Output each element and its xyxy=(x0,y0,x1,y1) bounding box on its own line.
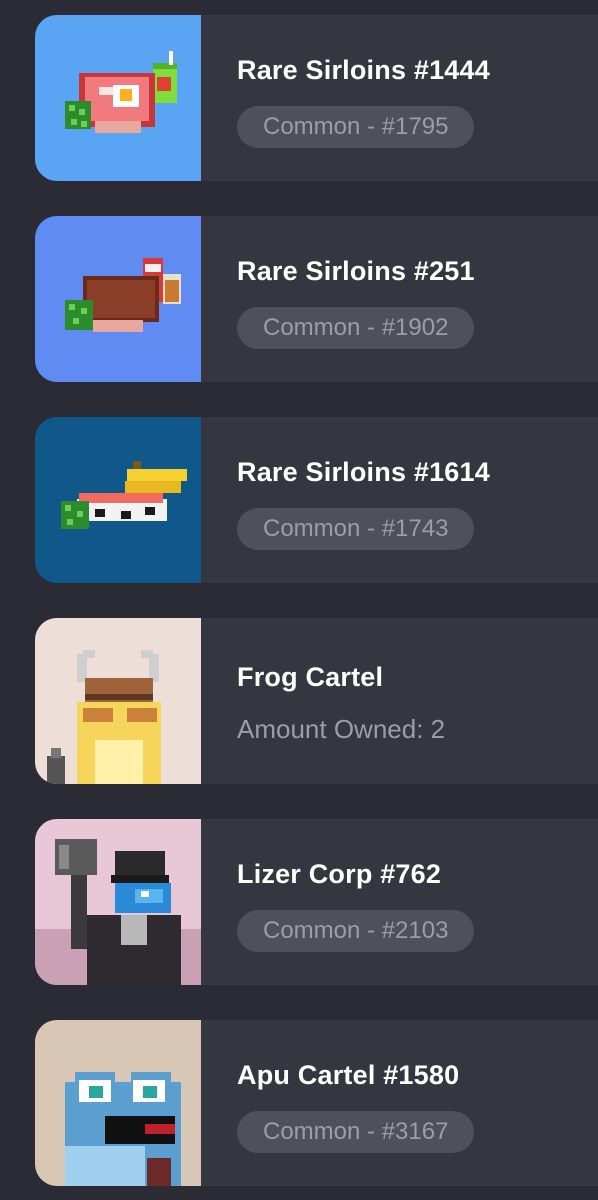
nft-thumbnail xyxy=(35,417,201,583)
rarity-badge: Common - #1795 xyxy=(237,106,475,148)
nft-title: Rare Sirloins #1444 xyxy=(237,55,490,85)
nft-title: Apu Cartel #1580 xyxy=(237,1060,460,1090)
nft-info: Rare Sirloins #1614 Common - #1743 xyxy=(201,417,490,583)
nft-card[interactable]: Rare Sirloins #251 Common - #1902 xyxy=(35,216,598,382)
nft-card[interactable]: Frog Cartel Amount Owned: 2 xyxy=(35,618,598,784)
nft-card[interactable]: Apu Cartel #1580 Common - #3167 xyxy=(35,1020,598,1186)
nft-card[interactable]: Rare Sirloins #1614 Common - #1743 xyxy=(35,417,598,583)
lizard-illustration xyxy=(35,839,201,985)
nft-list: Rare Sirloins #1444 Common - #1795 Rare … xyxy=(0,0,598,1200)
apu-frog-illustration xyxy=(65,1072,181,1186)
nft-title: Lizer Corp #762 xyxy=(237,859,442,889)
nft-title: Rare Sirloins #1614 xyxy=(237,457,490,487)
nft-card[interactable]: Lizer Corp #762 Common - #2103 xyxy=(35,819,598,985)
nft-thumbnail xyxy=(35,1020,201,1186)
steak-illustration xyxy=(65,258,181,332)
nft-thumbnail xyxy=(35,15,201,181)
nft-info: Rare Sirloins #1444 Common - #1795 xyxy=(201,15,490,181)
nft-card[interactable]: Rare Sirloins #1444 Common - #1795 xyxy=(35,15,598,181)
steak-illustration xyxy=(65,51,177,133)
nft-info: Rare Sirloins #251 Common - #1902 xyxy=(201,216,475,382)
nft-info: Lizer Corp #762 Common - #2103 xyxy=(201,819,475,985)
nft-title: Rare Sirloins #251 xyxy=(237,256,475,286)
rarity-badge: Common - #1902 xyxy=(237,307,475,349)
rarity-badge: Common - #3167 xyxy=(237,1111,475,1153)
frog-illustration xyxy=(47,650,161,784)
rarity-badge: Common - #1743 xyxy=(237,508,475,550)
nft-thumbnail xyxy=(35,216,201,382)
nft-thumbnail xyxy=(35,618,201,784)
amount-owned: Amount Owned: 2 xyxy=(237,714,446,744)
nft-thumbnail xyxy=(35,819,201,985)
rarity-badge: Common - #2103 xyxy=(237,910,475,952)
nft-info: Frog Cartel Amount Owned: 2 xyxy=(201,618,445,784)
nft-title: Frog Cartel xyxy=(237,662,384,692)
sushi-illustration xyxy=(61,461,187,529)
nft-info: Apu Cartel #1580 Common - #3167 xyxy=(201,1020,475,1186)
